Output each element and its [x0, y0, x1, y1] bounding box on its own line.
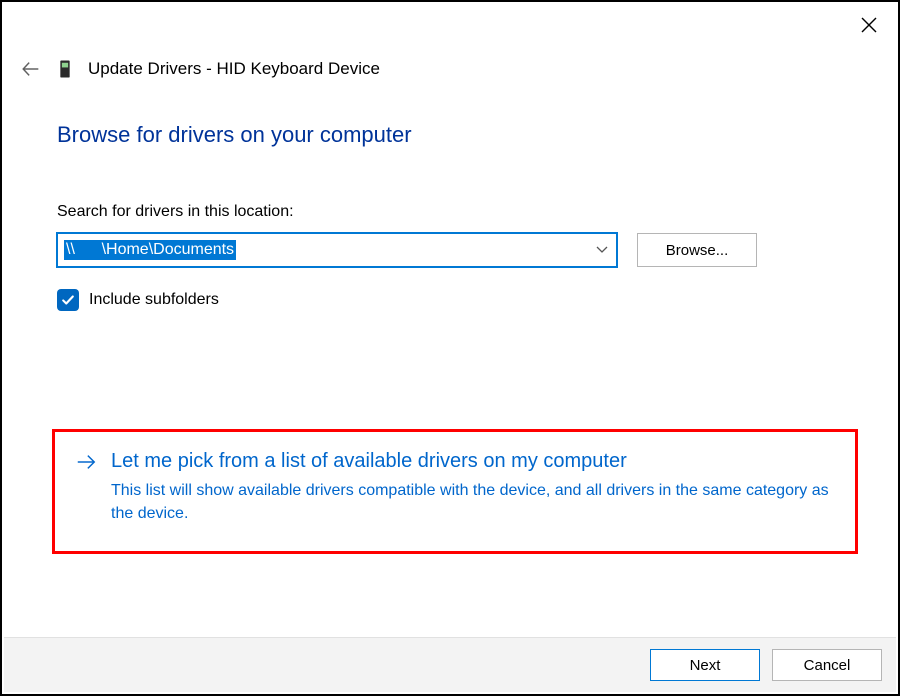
browse-button[interactable]: Browse... — [637, 233, 757, 267]
arrow-right-icon — [75, 451, 97, 473]
chevron-down-icon — [596, 241, 608, 259]
arrow-left-icon — [20, 58, 42, 80]
next-button[interactable]: Next — [650, 649, 760, 681]
include-subfolders-checkbox[interactable] — [57, 289, 79, 311]
option-title: Let me pick from a list of available dri… — [111, 450, 627, 473]
device-icon — [56, 57, 74, 81]
location-value: \\ \Home\Documents — [64, 240, 236, 260]
search-location-label: Search for drivers in this location: — [57, 203, 858, 221]
cancel-button[interactable]: Cancel — [772, 649, 882, 681]
window-title: Update Drivers - HID Keyboard Device — [88, 59, 380, 79]
include-subfolders-label: Include subfolders — [89, 291, 219, 309]
header: Update Drivers - HID Keyboard Device — [20, 57, 880, 81]
check-icon — [61, 293, 75, 307]
close-icon — [861, 17, 877, 33]
footer: Next Cancel — [4, 637, 896, 692]
location-combobox[interactable]: \\ \Home\Documents — [57, 233, 617, 267]
option-description: This list will show available drivers co… — [111, 479, 831, 525]
page-heading: Browse for drivers on your computer — [57, 122, 858, 148]
back-button[interactable] — [20, 58, 42, 80]
pick-from-list-option[interactable]: Let me pick from a list of available dri… — [52, 429, 858, 554]
close-button[interactable] — [854, 10, 884, 40]
